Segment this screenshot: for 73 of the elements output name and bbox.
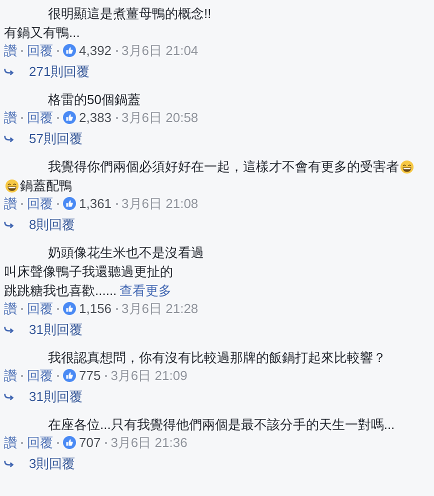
separator-dot (57, 308, 59, 310)
separator-dot (21, 374, 23, 376)
reply-arrow-icon (4, 326, 15, 334)
separator-dot (116, 50, 118, 52)
separator-dot (57, 202, 59, 204)
laughing-face-icon (400, 160, 414, 174)
comment-text: 跳跳糖我也喜歡...... (4, 282, 117, 300)
reply-link[interactable]: 回覆 (27, 300, 53, 318)
reply-link[interactable]: 回覆 (27, 434, 53, 452)
reaction-count[interactable]: 4,392 (79, 43, 112, 58)
reaction-count[interactable]: 775 (79, 368, 101, 383)
comment-time[interactable]: 3月6日 21:08 (122, 194, 198, 212)
comment-text: 奶頭像花生米也不是沒看過 (48, 244, 204, 262)
comment-time[interactable]: 3月6日 21:36 (110, 434, 188, 452)
reply-arrow-icon (4, 221, 15, 229)
thumbs-up-icon (63, 197, 76, 210)
separator-dot (116, 202, 118, 204)
view-replies-link[interactable]: 31則回覆 (29, 321, 82, 339)
reply-link[interactable]: 回覆 (27, 108, 53, 126)
separator-dot (104, 374, 107, 376)
comment-text: 鍋蓋配鴨 (20, 177, 72, 195)
thumbs-up-icon (63, 44, 76, 57)
like-link[interactable]: 讚 (4, 194, 17, 212)
like-link[interactable]: 讚 (4, 434, 17, 452)
view-replies-link[interactable]: 8則回覆 (29, 216, 76, 234)
reply-arrow-icon (4, 460, 15, 468)
like-link[interactable]: 讚 (4, 108, 17, 126)
thumbs-up-icon (63, 111, 76, 124)
reaction-count[interactable]: 1,361 (79, 196, 112, 211)
thumbs-up-icon (63, 436, 76, 449)
comment-text: 我很認真想問，你有沒有比較過那牌的飯鍋打起來比較響？ (48, 349, 386, 367)
reaction-count[interactable]: 2,383 (79, 110, 112, 125)
separator-dot (21, 116, 23, 118)
comment-text: 格雷的50個鍋蓋 (48, 91, 140, 109)
reply-arrow-icon (4, 135, 15, 143)
comment-time[interactable]: 3月6日 20:58 (122, 108, 198, 126)
reply-arrow-icon (4, 393, 15, 401)
separator-dot (116, 116, 118, 118)
reply-link[interactable]: 回覆 (27, 366, 53, 384)
separator-dot (57, 374, 59, 376)
separator-dot (57, 442, 59, 444)
separator-dot (21, 202, 23, 204)
reply-link[interactable]: 回覆 (27, 42, 53, 60)
thumbs-up-icon (63, 302, 76, 315)
separator-dot (57, 116, 59, 118)
separator-dot (21, 442, 23, 444)
comment-time[interactable]: 3月6日 21:28 (122, 300, 198, 318)
separator-dot (104, 442, 107, 444)
reaction-count[interactable]: 1,156 (79, 301, 112, 316)
reaction-count[interactable]: 707 (79, 435, 101, 450)
separator-dot (116, 308, 118, 310)
comment-text: 叫床聲像鴨子我還聽過更扯的 (4, 263, 173, 281)
like-link[interactable]: 讚 (4, 300, 17, 318)
comment-time[interactable]: 3月6日 21:09 (110, 366, 188, 384)
see-more-link[interactable]: 查看更多 (120, 281, 172, 300)
separator-dot (57, 50, 59, 52)
view-replies-link[interactable]: 3則回覆 (29, 455, 76, 473)
like-link[interactable]: 讚 (4, 42, 17, 60)
comment-text: 我覺得你們兩個必須好好在一起，這樣才不會有更多的受害者 (48, 158, 399, 176)
comment-text: 在座各位...只有我覺得他們兩個是最不該分手的天生一對嗎... (48, 416, 395, 434)
laughing-face-icon (5, 178, 19, 192)
view-replies-link[interactable]: 57則回覆 (29, 130, 82, 148)
view-replies-link[interactable]: 271則回覆 (29, 63, 90, 81)
thumbs-up-icon (63, 369, 76, 382)
view-replies-link[interactable]: 31則回覆 (29, 388, 82, 406)
reply-arrow-icon (4, 68, 15, 76)
reply-link[interactable]: 回覆 (27, 194, 53, 212)
like-link[interactable]: 讚 (4, 366, 17, 384)
comment-time[interactable]: 3月6日 21:04 (122, 42, 198, 60)
separator-dot (21, 50, 23, 52)
separator-dot (21, 308, 23, 310)
comment-text: 有鍋又有鴨... (4, 24, 80, 42)
comment-text: 很明顯這是煮薑母鴨的概念!! (48, 5, 212, 23)
